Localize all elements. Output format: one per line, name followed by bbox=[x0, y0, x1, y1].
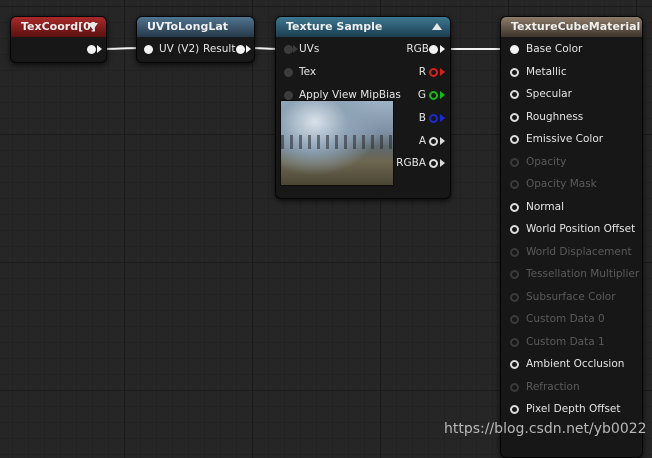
material-input-label: World Position Offset bbox=[526, 223, 636, 235]
material-input-label: Pixel Depth Offset bbox=[526, 403, 621, 415]
watermark: https://blog.csdn.net/yb0022 bbox=[444, 421, 647, 437]
material-input-pin[interactable] bbox=[510, 180, 519, 189]
material-input-pin[interactable] bbox=[510, 90, 519, 99]
material-input-label: Specular bbox=[526, 88, 572, 100]
texcoord-node[interactable]: TexCoord[0] bbox=[10, 16, 107, 63]
g-output-label: G bbox=[417, 89, 426, 101]
texcoord-title: TexCoord[0] bbox=[21, 20, 96, 33]
a-output-pin[interactable] bbox=[429, 137, 438, 146]
mipbias-input-pin[interactable] bbox=[284, 91, 293, 100]
output-arrow-icon bbox=[440, 137, 445, 145]
uvtolonglat-input-label: UV (V2) bbox=[159, 43, 200, 55]
material-input-label: Base Color bbox=[526, 43, 583, 55]
b-output-label: B bbox=[418, 112, 426, 124]
material-node[interactable]: TextureCubeMaterial Base Color Metallic Sp… bbox=[500, 16, 643, 458]
material-input-pin[interactable] bbox=[510, 45, 519, 54]
material-input-label: Ambient Occlusion bbox=[526, 358, 625, 370]
material-input-label: Roughness bbox=[526, 110, 584, 123]
rgba-output-label: RGBA bbox=[396, 157, 426, 169]
material-input-label: Opacity Mask bbox=[526, 178, 597, 190]
material-input-label: Tessellation Multiplier bbox=[526, 268, 640, 280]
material-input-pin[interactable] bbox=[510, 292, 519, 302]
material-input-pin[interactable] bbox=[510, 202, 519, 212]
material-input-pin[interactable] bbox=[510, 337, 519, 347]
uvtolonglat-header[interactable]: UVToLongLat bbox=[137, 17, 254, 37]
material-input-label: Custom Data 1 bbox=[526, 335, 605, 348]
collapse-arrow-icon[interactable] bbox=[88, 23, 98, 30]
material-input-pin[interactable] bbox=[510, 112, 519, 122]
material-input-label: Emissive Color bbox=[526, 133, 604, 145]
rgba-output-pin[interactable] bbox=[429, 159, 438, 168]
r-output-pin[interactable] bbox=[429, 68, 438, 77]
texcoord-header[interactable]: TexCoord[0] bbox=[11, 17, 106, 37]
b-output-pin[interactable] bbox=[429, 114, 438, 123]
material-input-pin[interactable] bbox=[510, 270, 519, 279]
output-arrow-icon bbox=[440, 114, 445, 122]
texcoord-output-pin[interactable] bbox=[87, 45, 96, 54]
g-output-pin[interactable] bbox=[429, 91, 438, 100]
material-header[interactable]: TextureCubeMaterial bbox=[501, 17, 642, 37]
output-arrow-icon bbox=[440, 68, 445, 76]
output-arrow-icon bbox=[440, 159, 445, 167]
material-input-label: Normal bbox=[526, 200, 564, 213]
tex-input-pin[interactable] bbox=[284, 68, 293, 77]
material-input-pin[interactable] bbox=[510, 382, 519, 392]
a-output-label: A bbox=[418, 135, 426, 147]
material-input-label: Metallic bbox=[526, 65, 567, 78]
material-input-pin[interactable] bbox=[510, 247, 519, 257]
texture-preview-image bbox=[280, 100, 394, 186]
uvs-input-label: UVs bbox=[299, 43, 320, 55]
material-input-pin[interactable] bbox=[510, 405, 519, 414]
material-input-label: Opacity bbox=[526, 155, 567, 168]
uvtolonglat-output-pin[interactable] bbox=[236, 45, 245, 54]
texture-sample-node[interactable]: Texture Sample UVs Tex Apply View MipBia… bbox=[275, 16, 451, 199]
collapse-arrow-icon[interactable] bbox=[432, 23, 442, 30]
material-input-pin[interactable] bbox=[510, 157, 519, 167]
r-output-label: R bbox=[418, 66, 426, 78]
material-input-label: Subsurface Color bbox=[526, 290, 616, 303]
rgb-output-pin[interactable] bbox=[429, 45, 438, 54]
output-arrow-icon bbox=[440, 45, 445, 53]
uvtolonglat-output-label: Result bbox=[203, 43, 236, 55]
texture-sample-header[interactable]: Texture Sample bbox=[276, 17, 450, 37]
uvs-input-pin[interactable] bbox=[284, 45, 293, 54]
material-input-pin[interactable] bbox=[510, 135, 519, 144]
uvtolonglat-node[interactable]: UVToLongLat UV (V2) Result bbox=[136, 16, 255, 63]
material-title: TextureCubeMaterial bbox=[511, 20, 641, 33]
material-input-label: Refraction bbox=[526, 380, 580, 393]
material-input-pin[interactable] bbox=[510, 360, 519, 369]
uvtolonglat-input-pin[interactable] bbox=[144, 45, 153, 54]
uvtolonglat-title: UVToLongLat bbox=[147, 20, 229, 33]
rgb-output-label: RGB bbox=[406, 43, 429, 55]
texture-sample-title: Texture Sample bbox=[286, 20, 383, 33]
output-arrow-icon bbox=[440, 91, 445, 99]
tex-input-label: Tex bbox=[299, 66, 317, 78]
material-input-pin[interactable] bbox=[510, 225, 519, 234]
material-input-label: Custom Data 0 bbox=[526, 313, 605, 325]
input-arrow-icon bbox=[293, 45, 298, 53]
exec-arrow-icon bbox=[97, 45, 102, 53]
output-arrow-icon bbox=[246, 45, 251, 53]
material-input-pin[interactable] bbox=[510, 67, 519, 77]
material-input-pin[interactable] bbox=[510, 315, 519, 324]
material-input-label: World Displacement bbox=[526, 245, 632, 258]
